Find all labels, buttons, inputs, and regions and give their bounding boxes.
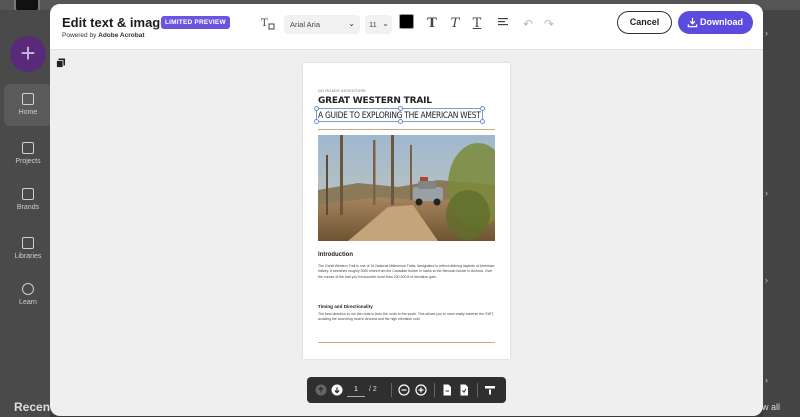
resize-handle[interactable] (314, 119, 319, 124)
sidebar-item-brands[interactable]: Brands (0, 188, 56, 211)
italic-icon[interactable]: T (447, 16, 463, 32)
document-page: NO ROADS ADVENTURE GREAT WESTERN TRAIL A… (303, 63, 510, 359)
sidebar-item-label: Brands (16, 204, 40, 211)
sidebar-item-home[interactable]: Home (4, 84, 52, 126)
resize-handle[interactable] (398, 119, 403, 124)
create-button[interactable]: + (10, 36, 46, 72)
bold-icon[interactable]: T (424, 16, 440, 32)
resize-handle[interactable] (480, 119, 485, 124)
chevron-right-icon: › (765, 28, 768, 38)
chevron-right-icon: › (765, 188, 768, 198)
cancel-button[interactable]: Cancel (617, 11, 672, 34)
page-number-input[interactable]: 1 (347, 383, 365, 397)
download-icon (687, 17, 698, 28)
download-button[interactable]: Download (678, 11, 753, 34)
font-size-select[interactable]: 11 ⌄ (365, 15, 392, 34)
folder-icon (22, 142, 34, 154)
font-family-select[interactable]: Arial Aria ⌄ (284, 15, 360, 34)
library-icon (22, 237, 34, 249)
view-all-link[interactable]: w all (762, 402, 780, 412)
chevron-right-icon: › (765, 275, 768, 285)
add-text-tool-icon[interactable]: T (260, 16, 276, 32)
underline-icon[interactable]: T (469, 16, 485, 32)
chevron-right-icon: › (765, 375, 768, 385)
powered-prefix: Powered by (62, 32, 97, 39)
replace-page-icon[interactable] (458, 384, 470, 396)
powered-brand: Adobe Acrobat (98, 32, 145, 39)
sidebar-item-label: Projects (15, 158, 41, 165)
divider (391, 383, 392, 397)
brand-icon (22, 188, 34, 200)
next-page-icon[interactable] (331, 384, 343, 396)
copy-pages-icon[interactable] (56, 58, 66, 68)
chevron-down-icon: ⌄ (348, 19, 355, 28)
edit-text-images-modal: Edit text & images LIMITED PREVIEW Power… (50, 4, 763, 416)
page-options-icon[interactable] (484, 384, 496, 396)
sidebar-item-projects[interactable]: Projects (0, 142, 56, 165)
modal-header: Edit text & images LIMITED PREVIEW Power… (50, 4, 763, 50)
divider (434, 383, 435, 397)
resize-handle[interactable] (480, 106, 485, 111)
doc-title[interactable]: GREAT WESTERN TRAIL (318, 96, 432, 106)
download-label: Download (700, 17, 743, 27)
sidebar-item-label: Learn (19, 299, 37, 306)
divider (318, 342, 495, 343)
previous-page-icon[interactable] (315, 384, 327, 396)
powered-by-text: Powered by Adobe Acrobat (62, 32, 145, 39)
zoom-out-icon[interactable] (398, 384, 410, 396)
timing-paragraph[interactable]: The best direction to run the route is f… (318, 312, 496, 323)
intro-heading[interactable]: Introduction (318, 252, 353, 258)
resize-handle[interactable] (314, 106, 319, 111)
divider (318, 129, 495, 130)
chevron-down-icon: ⌄ (382, 19, 389, 28)
home-icon (22, 93, 34, 105)
sidebar-item-label: Libraries (14, 253, 42, 260)
sidebar-item-label: Home (18, 109, 38, 116)
intro-paragraph[interactable]: The Great Western Trail is one of 16 Nat… (318, 264, 496, 280)
lightbulb-icon (22, 283, 34, 295)
redo-icon[interactable]: ↷ (541, 16, 557, 32)
sidebar-item-libraries[interactable]: Libraries (0, 237, 56, 260)
timing-heading[interactable]: Timing and Directionality (318, 304, 373, 309)
resize-handle[interactable] (398, 106, 403, 111)
recent-heading: Recen (14, 400, 51, 414)
modal-title: Edit text & images (62, 15, 175, 30)
limited-preview-badge: LIMITED PREVIEW (161, 16, 230, 29)
page-total: / 2 (369, 386, 377, 393)
font-size-value: 11 (369, 20, 377, 29)
sidebar-item-learn[interactable]: Learn (0, 283, 56, 306)
font-family-value: Arial Aria (290, 20, 321, 29)
svg-text:T: T (261, 18, 268, 29)
app-right-panel: › › › › (763, 10, 800, 417)
undo-icon[interactable]: ↶ (520, 16, 536, 32)
insert-page-icon[interactable] (441, 384, 453, 396)
zoom-in-icon[interactable] (415, 384, 427, 396)
doc-kicker: NO ROADS ADVENTURE (318, 89, 367, 93)
page-toolbar: 1 / 2 (307, 377, 506, 403)
text-color-swatch[interactable] (399, 14, 414, 29)
trail-photo[interactable] (318, 135, 495, 241)
align-left-icon[interactable] (495, 16, 511, 32)
divider (477, 383, 478, 397)
